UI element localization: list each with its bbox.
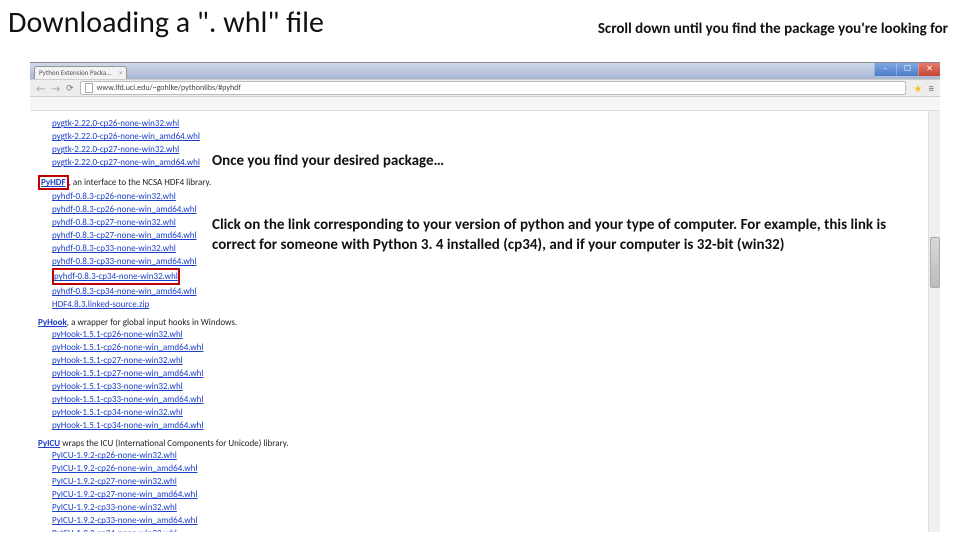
file-link[interactable]: pyHook-1.5.1-cp34-none-win32.whl <box>52 406 183 419</box>
file-link[interactable]: pyhdf-0.8.3-cp33-none-win32.whl <box>52 242 176 255</box>
address-bar: ← → ⟳ www.lfd.uci.edu/~gohlke/pythonlibs… <box>30 79 940 97</box>
file-link[interactable]: pyHook-1.5.1-cp27-none-win32.whl <box>52 354 183 367</box>
browser-window: Python Extension Packa... – ☐ ✕ ← → ⟳ ww… <box>30 62 940 532</box>
file-link[interactable]: PyICU-1.9.2-cp27-none-win_amd64.whl <box>52 488 197 501</box>
file-link[interactable]: pygtk-2.22.0-cp27-none-win_amd64.whl <box>52 156 200 169</box>
file-link[interactable]: pyhdf-0.8.3-cp34-none-win_amd64.whl <box>52 285 197 298</box>
file-link[interactable]: pygtk-2.22.0-cp26-none-win32.whl <box>52 117 179 130</box>
page-content: pygtk-2.22.0-cp26-none-win32.whl pygtk-2… <box>30 111 940 532</box>
window-maximize-button[interactable]: ☐ <box>896 63 918 76</box>
pyhook-file-list: pyHook-1.5.1-cp26-none-win32.whl pyHook-… <box>52 328 932 432</box>
url-field[interactable]: www.lfd.uci.edu/~gohlke/pythonlibs/#pyhd… <box>80 81 906 95</box>
file-link[interactable]: pyHook-1.5.1-cp26-none-win_amd64.whl <box>52 341 203 354</box>
url-text: www.lfd.uci.edu/~gohlke/pythonlibs/#pyhd… <box>97 82 241 95</box>
pyhdf-header: PyHDF, an interface to the NCSA HDF4 lib… <box>38 175 932 190</box>
tab-bar: Python Extension Packa... – ☐ ✕ <box>30 63 940 79</box>
vertical-scrollbar[interactable] <box>928 111 940 532</box>
bookmarks-bar <box>30 97 940 111</box>
slide-title: Downloading a ". whl" file <box>8 4 324 41</box>
file-link[interactable]: pyHook-1.5.1-cp27-none-win_amd64.whl <box>52 367 203 380</box>
file-link[interactable]: PyICU-1.9.2-cp33-none-win_amd64.whl <box>52 514 197 527</box>
annotation-click-link: Click on the link corresponding to your … <box>212 216 932 255</box>
back-button[interactable]: ← <box>36 82 45 95</box>
file-link[interactable]: PyICU-1.9.2-cp26-none-win32.whl <box>52 449 177 462</box>
file-link[interactable]: PyICU-1.9.2-cp26-none-win_amd64.whl <box>52 462 197 475</box>
highlighted-file-box: pyhdf-0.8.3-cp34-none-win32.whl <box>52 268 180 285</box>
slide-subtitle: Scroll down until you find the package y… <box>598 20 948 38</box>
file-link[interactable]: pyHook-1.5.1-cp33-none-win32.whl <box>52 380 183 393</box>
pyicu-file-list: PyICU-1.9.2-cp26-none-win32.whl PyICU-1.… <box>52 449 932 532</box>
pyhook-package-link[interactable]: PyHook <box>38 317 67 328</box>
pyhook-header: PyHook, a wrapper for global input hooks… <box>38 317 932 328</box>
file-link[interactable]: pyhdf-0.8.3-cp26-none-win32.whl <box>52 190 176 203</box>
file-link[interactable]: pyhdf-0.8.3-cp27-none-win32.whl <box>52 216 176 229</box>
annotation-find-package: Once you find your desired package… <box>212 152 444 172</box>
file-link[interactable]: pyHook-1.5.1-cp26-none-win32.whl <box>52 328 183 341</box>
pyicu-package-link[interactable]: PyICU <box>38 438 60 449</box>
file-link[interactable]: PyICU-1.9.2-cp34-none-win32.whl <box>52 527 177 532</box>
pyhook-desc: , a wrapper for global input hooks in Wi… <box>67 317 237 328</box>
browser-tab[interactable]: Python Extension Packa... <box>34 66 127 79</box>
file-link[interactable]: pyhdf-0.8.3-cp33-none-win_amd64.whl <box>52 255 197 268</box>
menu-icon[interactable]: ≡ <box>929 82 934 95</box>
pyhdf-package-link[interactable]: PyHDF <box>38 175 69 190</box>
pyhdf-desc: , an interface to the NCSA HDF4 library. <box>69 177 212 188</box>
reload-button[interactable]: ⟳ <box>66 83 74 94</box>
bookmark-star-icon[interactable]: ★ <box>914 82 923 95</box>
file-link[interactable]: HDF4.8.3.linked-source.zip <box>52 298 149 311</box>
window-minimize-button[interactable]: – <box>874 63 896 76</box>
window-close-button[interactable]: ✕ <box>918 63 940 76</box>
file-link[interactable]: pygtk-2.22.0-cp26-none-win_amd64.whl <box>52 130 200 143</box>
forward-button[interactable]: → <box>51 82 60 95</box>
file-link[interactable]: pyHook-1.5.1-cp33-none-win_amd64.whl <box>52 393 203 406</box>
window-controls: – ☐ ✕ <box>874 63 940 76</box>
file-link[interactable]: pyHook-1.5.1-cp34-none-win_amd64.whl <box>52 419 203 432</box>
pyicu-desc: wraps the ICU (International Components … <box>60 438 288 449</box>
file-link[interactable]: pyhdf-0.8.3-cp27-none-win_amd64.whl <box>52 229 197 242</box>
file-link[interactable]: pygtk-2.22.0-cp27-none-win32.whl <box>52 143 179 156</box>
pygtk-file-list: pygtk-2.22.0-cp26-none-win32.whl pygtk-2… <box>52 117 932 169</box>
file-link[interactable]: PyICU-1.9.2-cp33-none-win32.whl <box>52 501 177 514</box>
page-icon <box>85 83 93 93</box>
file-link[interactable]: PyICU-1.9.2-cp27-none-win32.whl <box>52 475 177 488</box>
pyicu-header: PyICU wraps the ICU (International Compo… <box>38 438 932 449</box>
file-link-highlighted[interactable]: pyhdf-0.8.3-cp34-none-win32.whl <box>54 270 178 283</box>
file-link[interactable]: pyhdf-0.8.3-cp26-none-win_amd64.whl <box>52 203 197 216</box>
